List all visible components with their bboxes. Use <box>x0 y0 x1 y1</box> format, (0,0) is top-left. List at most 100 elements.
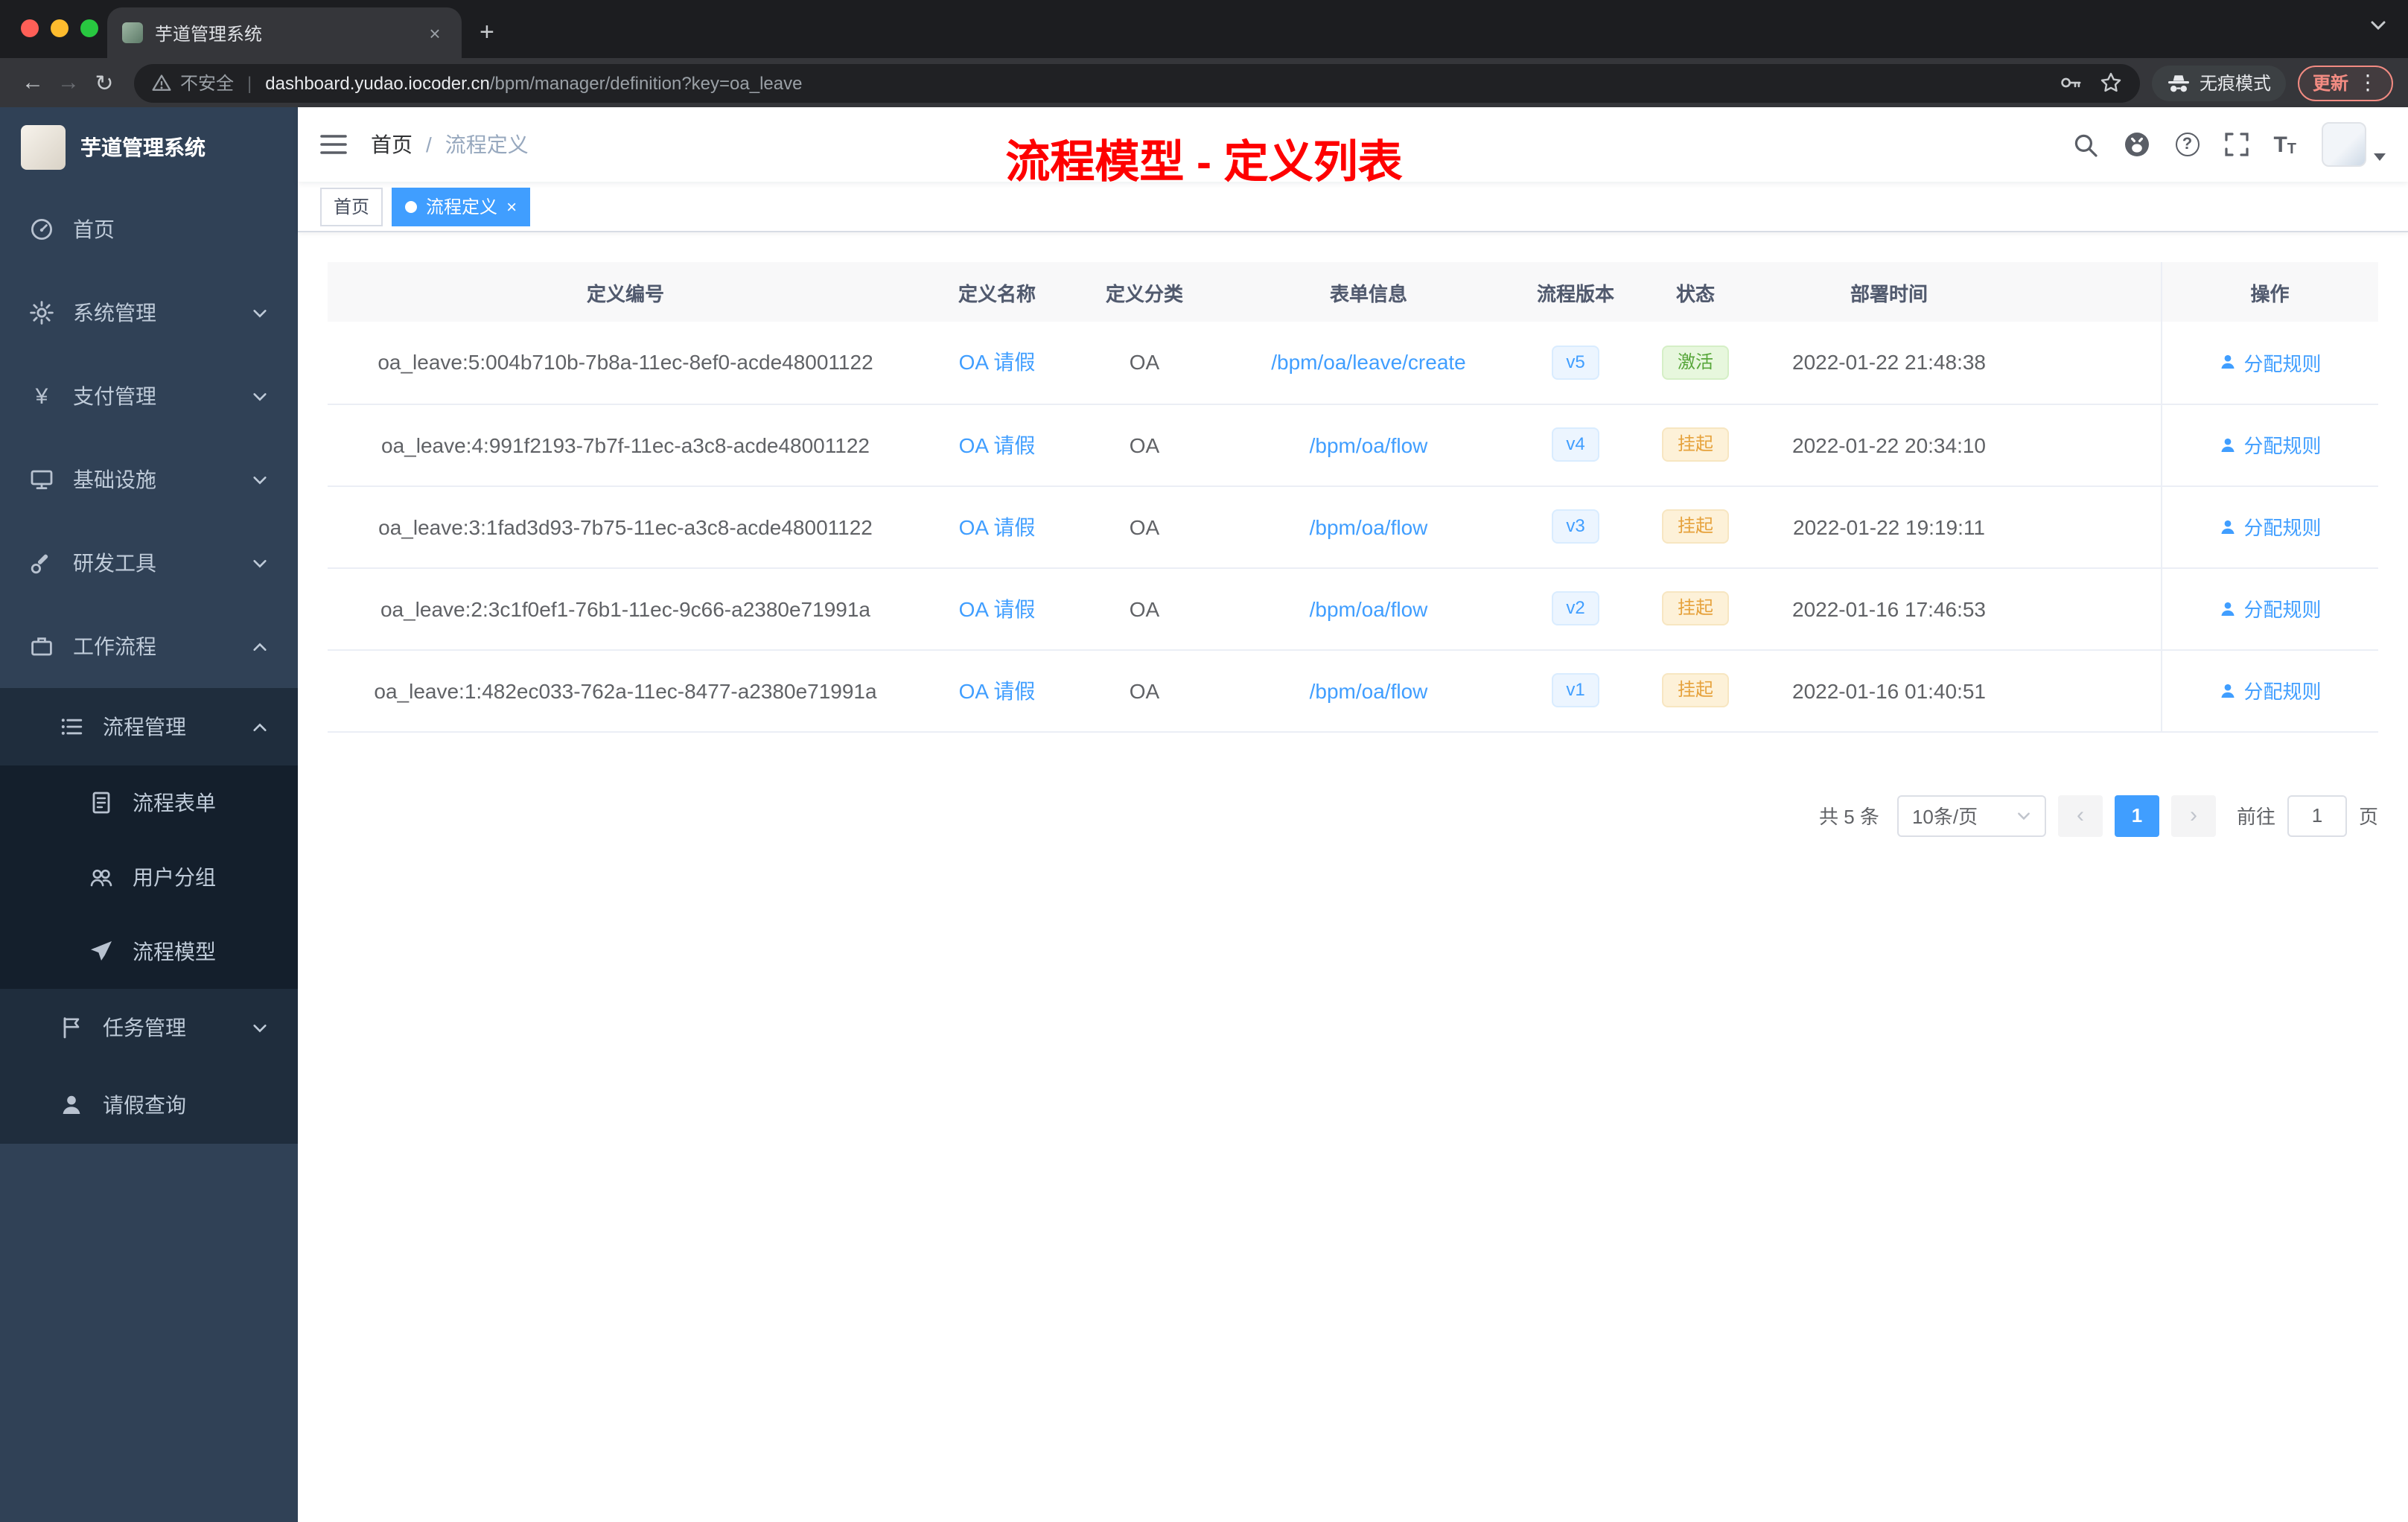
fullscreen-icon[interactable] <box>2224 133 2249 156</box>
version-badge: v2 <box>1551 591 1600 625</box>
sidebar-item-leave-query[interactable]: 请假查询 <box>0 1066 298 1144</box>
close-window-button[interactable] <box>21 19 39 37</box>
category: OA <box>1129 350 1160 375</box>
prev-page-button[interactable]: ‹ <box>2057 795 2103 836</box>
divider: | <box>247 72 252 93</box>
sidebar-item-home[interactable]: 首页 <box>0 188 298 271</box>
tag-close-icon[interactable]: × <box>506 197 517 215</box>
cell-definition-id: oa_leave:3:1fad3d93-7b75-11ec-a3c8-acde4… <box>328 485 923 568</box>
col-actions: 操作 <box>2160 262 2378 322</box>
table-row: oa_leave:5:004b710b-7b8a-11ec-8ef0-acde4… <box>328 322 2378 404</box>
sidebar-item-label: 研发工具 <box>73 551 156 575</box>
definition-name-link[interactable]: OA 请假 <box>959 433 1036 456</box>
wrench-icon <box>31 554 48 574</box>
sidebar-toggle-button[interactable] <box>320 133 347 156</box>
key-icon[interactable] <box>2060 71 2082 94</box>
cell-spacer <box>2019 322 2161 404</box>
sidebar-item-system[interactable]: 系统管理 <box>0 271 298 354</box>
sidebar-item-infrastructure[interactable]: 基础设施 <box>0 438 298 521</box>
security-label[interactable]: 不安全 <box>180 70 234 95</box>
sidebar-item-workflow[interactable]: 工作流程 <box>0 605 298 688</box>
incognito-icon <box>2167 74 2189 92</box>
form-link[interactable]: /bpm/oa/leave/create <box>1271 351 1466 375</box>
definition-name-link[interactable]: OA 请假 <box>959 678 1036 702</box>
incognito-badge: 无痕模式 <box>2151 65 2286 101</box>
cell-version: v3 <box>1519 485 1632 568</box>
cell-spacer <box>2019 649 2161 732</box>
maximize-window-button[interactable] <box>80 19 98 37</box>
cell-version: v2 <box>1519 567 1632 650</box>
assign-rule-button[interactable]: 分配规则 <box>2218 676 2322 704</box>
tab-title: 芋道管理系统 <box>155 23 263 44</box>
tag-process-definition[interactable]: 流程定义 × <box>392 187 531 226</box>
definition-name-link[interactable]: OA 请假 <box>959 351 1036 375</box>
next-page-button[interactable]: › <box>2170 795 2216 836</box>
sidebar-item-payment[interactable]: ¥ 支付管理 <box>0 354 298 438</box>
assign-rule-button[interactable]: 分配规则 <box>2218 594 2322 623</box>
forward-button[interactable]: → <box>51 70 86 95</box>
browser-toolbar: ← → ↻ 不安全 | dashboard.yudao.iocoder.cn/b… <box>0 58 2408 107</box>
user-menu[interactable] <box>2322 122 2386 167</box>
reload-button[interactable]: ↻ <box>86 69 122 96</box>
browser-menu-icon[interactable]: ⋮ <box>2357 70 2378 95</box>
browser-tab[interactable]: 芋道管理系统 × <box>107 7 462 58</box>
deploy-time: 2022-01-22 20:34:10 <box>1792 433 1986 456</box>
back-button[interactable]: ← <box>15 70 51 95</box>
search-icon[interactable] <box>2072 132 2098 157</box>
breadcrumb-home[interactable]: 首页 <box>371 130 413 159</box>
deploy-time: 2022-01-22 21:48:38 <box>1792 350 1986 375</box>
sidebar-item-label: 流程表单 <box>133 791 216 815</box>
chrome-update-button[interactable]: 更新 ⋮ <box>2297 65 2393 101</box>
goto-page-input[interactable] <box>2287 795 2347 836</box>
address-bar[interactable]: 不安全 | dashboard.yudao.iocoder.cn/bpm/man… <box>134 63 2140 102</box>
logo-avatar <box>21 125 66 170</box>
form-link[interactable]: /bpm/oa/flow <box>1310 515 1428 538</box>
sidebar-logo[interactable]: 芋道管理系统 <box>0 107 298 188</box>
help-icon[interactable]: ? <box>2175 133 2200 156</box>
form-link[interactable]: /bpm/oa/flow <box>1310 433 1428 456</box>
assign-rule-button[interactable]: 分配规则 <box>2218 348 2322 377</box>
cell-definition-name: OA 请假 <box>923 567 1071 650</box>
tag-home[interactable]: 首页 <box>320 187 383 226</box>
github-icon[interactable] <box>2123 131 2150 158</box>
sidebar-item-process-model[interactable]: 流程模型 <box>0 914 298 989</box>
form-link[interactable]: /bpm/oa/flow <box>1310 596 1428 620</box>
table-row: oa_leave:1:482ec033-762a-11ec-8477-a2380… <box>328 649 2378 732</box>
status-badge: 挂起 <box>1662 509 1728 544</box>
cell-status: 挂起 <box>1632 404 1759 486</box>
flag-icon <box>63 1017 80 1039</box>
table-row: oa_leave:4:991f2193-7b7f-11ec-a3c8-acde4… <box>328 404 2378 486</box>
definition-name-link[interactable]: OA 请假 <box>959 515 1036 538</box>
sidebar-item-process-management[interactable]: 流程管理 <box>0 688 298 765</box>
assign-rule-button[interactable]: 分配规则 <box>2218 512 2322 541</box>
screen: 芋道管理系统 × + ← → ↻ 不安全 | dashboard.yudao.i… <box>0 0 2408 1522</box>
tab-search-button[interactable] <box>2369 15 2387 42</box>
font-size-icon[interactable]: TT <box>2273 132 2296 157</box>
page-number-button[interactable]: 1 <box>2114 795 2159 836</box>
active-dot <box>405 200 418 212</box>
cell-category: OA <box>1071 567 1218 650</box>
user-icon <box>2220 519 2235 533</box>
url-text: dashboard.yudao.iocoder.cn/bpm/manager/d… <box>265 72 802 93</box>
sidebar-item-devtools[interactable]: 研发工具 <box>0 521 298 605</box>
incognito-label: 无痕模式 <box>2199 73 2271 94</box>
page-size-select[interactable]: 10条/页 <box>1896 795 2046 836</box>
chevron-down-icon <box>252 388 268 404</box>
definition-name-link[interactable]: OA 请假 <box>959 596 1036 620</box>
sidebar-item-user-group[interactable]: 用户分组 <box>0 840 298 914</box>
new-tab-button[interactable]: + <box>480 18 494 48</box>
logo-title: 芋道管理系统 <box>80 136 206 159</box>
cell-actions: 分配规则 <box>2160 404 2378 486</box>
user-icon <box>2220 683 2235 697</box>
form-link[interactable]: /bpm/oa/flow <box>1310 678 1428 702</box>
sidebar-item-process-form[interactable]: 流程表单 <box>0 765 298 840</box>
navbar-actions: ? TT <box>2072 122 2386 167</box>
sidebar-item-task-management[interactable]: 任务管理 <box>0 989 298 1066</box>
page-unit-label: 页 <box>2358 806 2378 828</box>
assign-rule-button[interactable]: 分配规则 <box>2218 430 2322 459</box>
bookmark-star-icon[interactable] <box>2100 71 2122 94</box>
avatar[interactable] <box>2322 122 2366 167</box>
tab-close-icon[interactable]: × <box>423 22 447 44</box>
category: OA <box>1129 596 1160 620</box>
minimize-window-button[interactable] <box>51 19 69 37</box>
